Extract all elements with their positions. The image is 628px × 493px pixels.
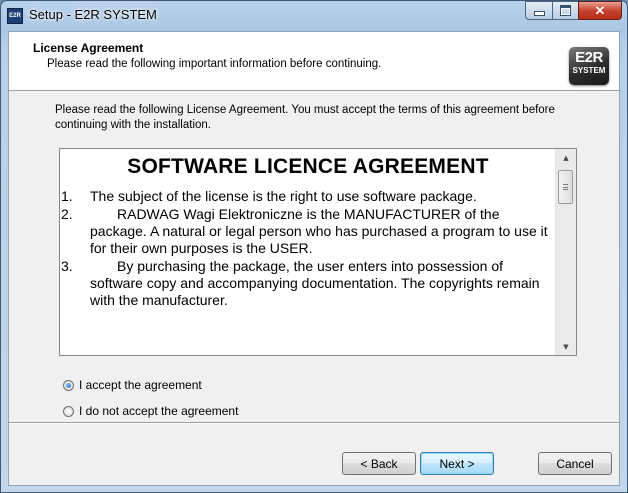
caption-buttons: ✕ bbox=[525, 1, 622, 21]
maximize-icon bbox=[560, 5, 571, 16]
license-text-box[interactable]: SOFTWARE LICENCE AGREEMENT 1. The subjec… bbox=[59, 148, 577, 356]
next-button[interactable]: Next > bbox=[420, 452, 494, 475]
clause-text: By purchasing the package, the user ente… bbox=[90, 258, 540, 308]
page-title: License Agreement bbox=[33, 41, 144, 55]
logo-text-main: E2R bbox=[575, 49, 603, 66]
window-title: Setup - E2R SYSTEM bbox=[29, 7, 157, 22]
license-clause: 1. The subject of the license is the rig… bbox=[61, 188, 552, 205]
logo-text-sub: SYSTEM bbox=[572, 66, 606, 75]
decline-radio-row[interactable]: I do not accept the agreement bbox=[63, 404, 238, 418]
minimize-icon bbox=[533, 11, 545, 16]
accept-radio-label[interactable]: I accept the agreement bbox=[79, 378, 202, 392]
license-heading: SOFTWARE LICENCE AGREEMENT bbox=[127, 155, 489, 178]
title-bar[interactable]: E2R Setup - E2R SYSTEM ✕ bbox=[1, 1, 627, 31]
close-icon: ✕ bbox=[594, 2, 606, 18]
clause-number: 1. bbox=[61, 188, 73, 204]
scroll-thumb[interactable] bbox=[558, 170, 573, 204]
cancel-button[interactable]: Cancel bbox=[538, 452, 612, 475]
app-icon: E2R bbox=[7, 8, 23, 24]
scroll-down-arrow-icon[interactable]: ▼ bbox=[556, 338, 576, 355]
clause-number: 3. bbox=[61, 258, 73, 274]
clause-text: The subject of the license is the right … bbox=[90, 188, 477, 204]
clause-number: 2. bbox=[61, 206, 73, 222]
license-clause: 3. By purchasing the package, the user e… bbox=[61, 258, 552, 309]
button-separator bbox=[9, 422, 619, 424]
maximize-button[interactable] bbox=[552, 1, 578, 20]
scroll-up-arrow-icon[interactable]: ▲ bbox=[556, 149, 576, 166]
decline-radio-label[interactable]: I do not accept the agreement bbox=[79, 404, 238, 418]
wizard-header: License Agreement Please read the follow… bbox=[9, 32, 619, 91]
page-subtitle: Please read the following important info… bbox=[47, 58, 382, 70]
back-button[interactable]: < Back bbox=[342, 452, 416, 475]
setup-window: E2R Setup - E2R SYSTEM ✕ License Agreeme… bbox=[0, 0, 628, 493]
grip-icon bbox=[563, 184, 568, 190]
minimize-button[interactable] bbox=[525, 1, 552, 20]
license-text-content[interactable]: SOFTWARE LICENCE AGREEMENT 1. The subjec… bbox=[60, 149, 556, 355]
decline-radio[interactable] bbox=[63, 405, 74, 417]
license-scrollbar[interactable]: ▲ ▼ bbox=[555, 149, 576, 355]
license-clause: 2. RADWAG Wagi Elektroniczne is the MANU… bbox=[61, 206, 552, 257]
accept-radio-row[interactable]: I accept the agreement bbox=[63, 378, 202, 392]
e2r-system-logo: E2R SYSTEM bbox=[569, 47, 609, 85]
radio-selected-dot bbox=[66, 382, 71, 388]
close-button[interactable]: ✕ bbox=[578, 1, 622, 20]
license-intro-text: Please read the following License Agreem… bbox=[55, 104, 555, 131]
accept-radio[interactable] bbox=[63, 379, 74, 391]
clause-text: RADWAG Wagi Elektroniczne is the MANUFAC… bbox=[90, 206, 548, 256]
